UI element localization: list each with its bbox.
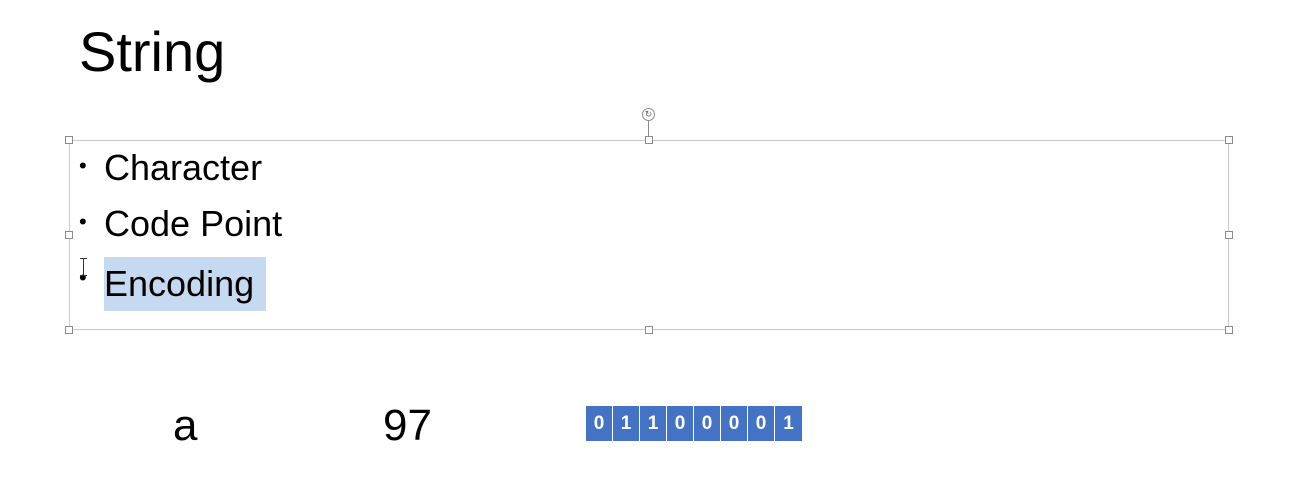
bullet-marker: • [79, 153, 87, 178]
bit-cell: 0 [694, 406, 721, 441]
bit-cell: 0 [748, 406, 775, 441]
bit-cell: 0 [721, 406, 748, 441]
bullet-marker: • [79, 209, 87, 234]
resize-handle-top-center[interactable] [645, 136, 653, 144]
resize-handle-bottom-left[interactable] [65, 326, 73, 334]
rotate-icon[interactable]: ↻ [642, 108, 655, 121]
resize-handle-top-right[interactable] [1225, 136, 1233, 144]
resize-handle-bottom-center[interactable] [645, 326, 653, 334]
bit-cell: 0 [586, 406, 613, 441]
binary-encoding-bits[interactable]: 0 1 1 0 0 0 0 1 [586, 406, 802, 441]
example-character[interactable]: a [173, 398, 197, 454]
bit-cell: 0 [667, 406, 694, 441]
resize-handle-middle-right[interactable] [1225, 231, 1233, 239]
bit-cell: 1 [775, 406, 802, 441]
bit-cell: 1 [613, 406, 640, 441]
rotate-handle-stem [648, 121, 649, 136]
bit-cell: 1 [640, 406, 667, 441]
example-code-point[interactable]: 97 [383, 398, 432, 454]
text-cursor-icon [80, 258, 88, 276]
bullet-text-encoding-selected[interactable]: Encoding [104, 257, 267, 311]
resize-handle-top-left[interactable] [65, 136, 73, 144]
bullet-text-code-point[interactable]: Code Point [104, 196, 282, 252]
resize-handle-bottom-right[interactable] [1225, 326, 1233, 334]
slide-title[interactable]: String [79, 18, 225, 86]
resize-handle-middle-left[interactable] [65, 231, 73, 239]
bullet-text-character[interactable]: Character [104, 140, 262, 196]
